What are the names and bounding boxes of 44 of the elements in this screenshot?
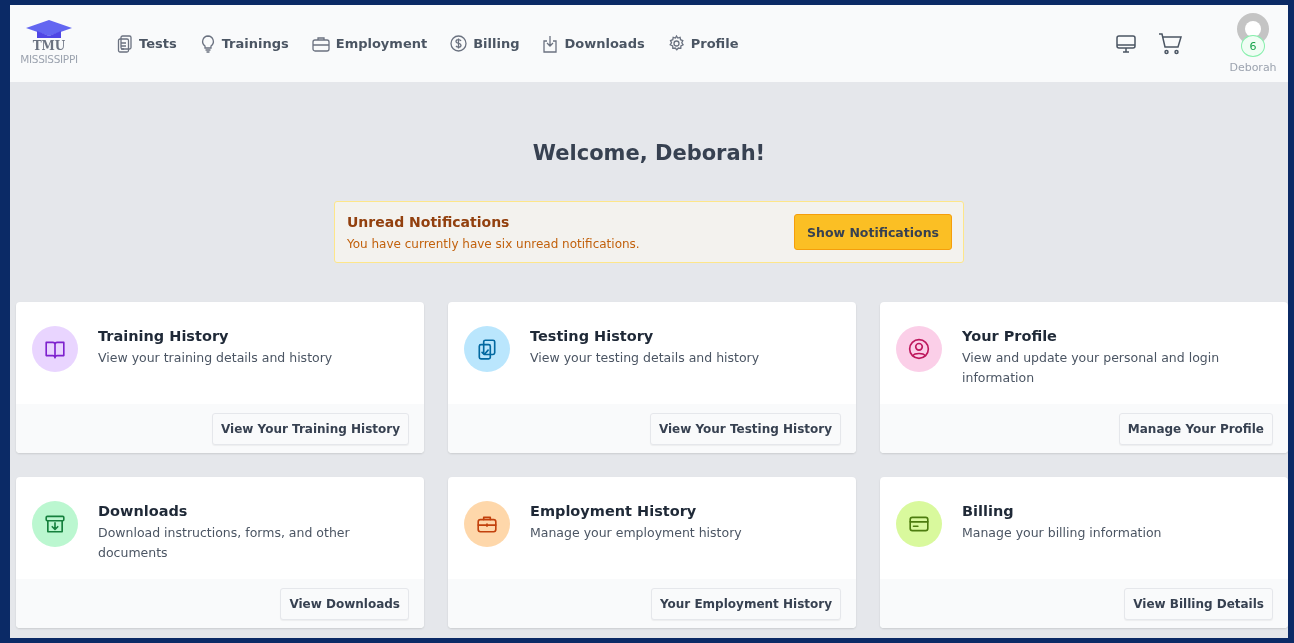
notification-badge: 6 xyxy=(1241,35,1265,57)
monitor-icon[interactable] xyxy=(1116,33,1136,54)
card-action-button[interactable]: View Downloads xyxy=(280,588,409,620)
nav-link[interactable]: Downloads xyxy=(542,30,645,57)
card-title: Downloads xyxy=(98,503,189,519)
show-notifications-button[interactable]: Show Notifications xyxy=(794,214,952,250)
card-description: View your testing details and history xyxy=(530,349,760,367)
card-description: Download instructions, forms, and other documents xyxy=(98,524,351,562)
card-action-button[interactable]: Your Employment History xyxy=(650,588,841,620)
card-action-button[interactable]: View Your Training History xyxy=(211,413,409,445)
welcome-heading: Welcome, Deborah! xyxy=(531,140,767,167)
cart-icon[interactable] xyxy=(1158,32,1182,55)
card-title: Training History xyxy=(98,328,230,344)
graduation-cap-icon xyxy=(26,19,72,40)
brand-subtitle: MISSISSIPPI xyxy=(20,52,78,66)
nav-link[interactable]: Tests xyxy=(117,30,177,57)
card-description: Manage your billing information xyxy=(962,524,1162,542)
card-title: Billing xyxy=(962,503,1015,519)
card-title: Testing History xyxy=(530,328,655,344)
settings-icon xyxy=(667,35,685,52)
user-name: Deborah xyxy=(1229,61,1277,74)
card-action-button[interactable]: Manage Your Profile xyxy=(1118,413,1273,445)
user-circle-icon xyxy=(908,338,930,360)
dollar-icon xyxy=(450,35,468,52)
card-description: Manage your employment history xyxy=(530,524,742,542)
card-title: Employment History xyxy=(530,503,698,519)
nav-link[interactable]: Profile xyxy=(667,30,739,57)
archive-download-icon xyxy=(44,513,66,535)
card-action-button[interactable]: View Billing Details xyxy=(1124,588,1273,620)
lightbulb-icon xyxy=(199,34,216,53)
clipboard-check-icon xyxy=(476,338,498,360)
card-description: View your training details and history xyxy=(98,349,333,367)
card-title: Your Profile xyxy=(962,328,1058,344)
download-icon xyxy=(542,34,559,53)
nav-link[interactable]: Employment xyxy=(311,30,428,57)
nav-link[interactable]: Trainings xyxy=(199,30,289,57)
nav-link[interactable]: Billing xyxy=(450,30,520,57)
card-action-button[interactable]: View Your Testing History xyxy=(649,413,841,445)
notice-text: You have currently have six unread notifications. xyxy=(347,236,641,251)
card-description: View and update your personal and login information xyxy=(962,349,1221,387)
briefcase-icon xyxy=(311,35,330,52)
brand-name: TMU xyxy=(32,39,66,53)
notice-title: Unread Notifications xyxy=(347,213,511,230)
clipboard-icon xyxy=(117,34,133,53)
